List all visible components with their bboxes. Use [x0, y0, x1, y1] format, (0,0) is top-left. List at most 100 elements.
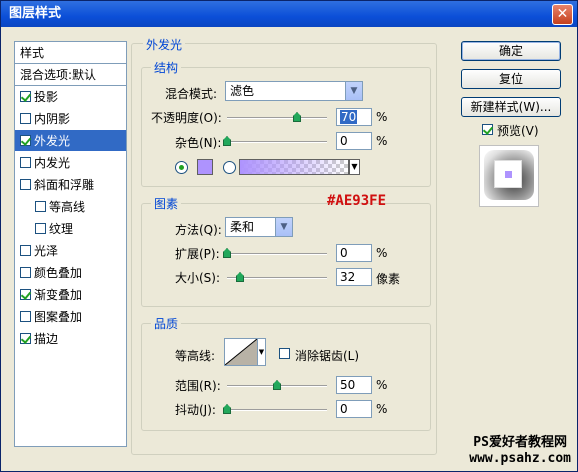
style-checkbox[interactable] [35, 223, 46, 234]
style-list-item[interactable]: 斜面和浮雕 [15, 174, 126, 196]
style-checkbox[interactable] [20, 113, 31, 124]
structure-title: 结构 [151, 59, 182, 76]
chevron-down-icon[interactable]: ▼ [275, 218, 292, 236]
spread-field[interactable]: 0 [336, 244, 372, 262]
style-list-item[interactable]: 样式 [15, 42, 126, 64]
ok-button[interactable]: 确定 [461, 41, 561, 61]
spread-slider[interactable] [227, 253, 327, 255]
chevron-down-icon[interactable]: ▼ [349, 159, 360, 175]
range-label: 范围(R): [175, 379, 221, 393]
glow-color-swatch[interactable] [197, 159, 213, 175]
contour-label: 等高线: [175, 349, 216, 363]
style-list-item[interactable]: 内发光 [15, 152, 126, 174]
outer-glow-title: 外发光 [143, 36, 186, 53]
gradient-radio[interactable] [223, 161, 236, 174]
spread-label: 扩展(P): [175, 247, 220, 261]
style-checkbox[interactable] [20, 179, 31, 190]
dialog-body: 样式 混合选项:默认 投影 内阴影 外发光 内发光 斜面和浮雕 等高线 纹理 光泽 颜色叠加 渐变叠加… [1, 27, 577, 471]
opacity-field[interactable]: 70 [336, 108, 372, 126]
preview-checkbox[interactable] [482, 124, 493, 135]
title-bar: 图层样式 ✕ [1, 1, 577, 27]
style-list-item[interactable]: 纹理 [15, 218, 126, 240]
chevron-down-icon[interactable]: ▼ [257, 338, 266, 366]
style-list-item[interactable]: 外发光 [15, 130, 126, 152]
blend-mode-select[interactable]: 滤色 ▼ [225, 81, 363, 101]
noise-unit: % [376, 134, 388, 148]
new-style-button[interactable]: 新建样式(W)... [461, 97, 561, 117]
method-value: 柔和 [230, 220, 255, 234]
opacity-unit: % [376, 110, 388, 124]
range-unit: % [376, 378, 388, 392]
jitter-field[interactable]: 0 [336, 400, 372, 418]
style-list-label: 纹理 [49, 222, 74, 236]
style-list-label: 图案叠加 [34, 310, 83, 324]
style-checkbox[interactable] [35, 201, 46, 212]
noise-field[interactable]: 0 [336, 132, 372, 150]
style-list-item[interactable]: 混合选项:默认 [15, 64, 126, 86]
noise-label: 杂色(N): [175, 136, 222, 150]
method-label: 方法(Q): [175, 223, 222, 237]
style-list-item[interactable]: 等高线 [15, 196, 126, 218]
style-list-item[interactable]: 光泽 [15, 240, 126, 262]
close-button[interactable]: ✕ [552, 4, 573, 25]
style-list-label: 混合选项:默认 [20, 68, 97, 82]
style-list-label: 渐变叠加 [34, 288, 83, 302]
style-list-item[interactable]: 图案叠加 [15, 306, 126, 328]
spread-unit: % [376, 246, 388, 260]
reset-button[interactable]: 复位 [461, 69, 561, 89]
blend-mode-label: 混合模式: [165, 87, 218, 101]
style-checkbox[interactable] [20, 157, 31, 168]
watermark-line2: www.psahz.com [469, 451, 571, 466]
size-field[interactable]: 32 [336, 268, 372, 286]
gradient-picker[interactable] [239, 159, 349, 175]
style-list-item[interactable]: 渐变叠加 [15, 284, 126, 306]
style-list-label: 等高线 [49, 200, 86, 214]
anti-alias-checkbox[interactable] [279, 348, 290, 359]
style-checkbox[interactable] [20, 311, 31, 322]
noise-slider[interactable] [227, 141, 327, 143]
contour-preview-icon [224, 338, 258, 366]
jitter-slider[interactable] [227, 409, 327, 411]
style-list-item[interactable]: 投影 [15, 86, 126, 108]
style-list-label: 内发光 [34, 156, 71, 170]
style-list-item[interactable]: 描边 [15, 328, 126, 350]
solid-color-radio[interactable] [175, 161, 188, 174]
style-checkbox[interactable] [20, 245, 31, 256]
opacity-value: 70 [340, 110, 358, 124]
style-list-item[interactable]: 颜色叠加 [15, 262, 126, 284]
contour-picker[interactable] [224, 338, 258, 366]
style-list-label: 描边 [34, 332, 59, 346]
size-unit: 像素 [376, 272, 401, 286]
style-list-label: 投影 [34, 90, 59, 104]
style-checkbox[interactable] [20, 135, 31, 146]
outer-glow-panel: 外发光 结构 混合模式: 滤色 ▼ 不透明度(O): 70 % 杂色(N): 0… [131, 35, 447, 455]
anti-alias-label[interactable]: 消除锯齿(L) [295, 347, 359, 364]
style-checkbox[interactable] [20, 289, 31, 300]
style-checkbox[interactable] [20, 267, 31, 278]
layer-style-dialog: 图层样式 ✕ 样式 混合选项:默认 投影 内阴影 外发光 内发光 斜面和浮雕 等高线 纹理 光泽颜… [0, 0, 578, 472]
method-select[interactable]: 柔和 ▼ [225, 217, 293, 237]
watermark-line1: PS爱好者教程网 [473, 435, 567, 450]
style-preview [479, 145, 539, 207]
preview-glow-dot [505, 171, 512, 178]
blend-mode-value: 滤色 [230, 84, 255, 98]
opacity-label: 不透明度(O): [151, 111, 222, 125]
preview-label[interactable]: 预览(V) [497, 122, 539, 139]
preview-square [494, 160, 522, 188]
watermark: PS爱好者教程网 www.psahz.com [469, 435, 571, 467]
style-list-label: 内阴影 [34, 112, 71, 126]
range-field[interactable]: 50 [336, 376, 372, 394]
color-annotation: #AE93FE [327, 193, 387, 209]
jitter-label: 抖动(J): [175, 403, 216, 417]
style-list-label: 斜面和浮雕 [34, 178, 95, 192]
chevron-down-icon[interactable]: ▼ [345, 82, 362, 100]
window-title: 图层样式 [9, 6, 62, 21]
style-list-item[interactable]: 内阴影 [15, 108, 126, 130]
elements-title: 图素 [151, 195, 182, 212]
quality-title: 品质 [151, 315, 182, 332]
style-checkbox[interactable] [20, 333, 31, 344]
jitter-unit: % [376, 402, 388, 416]
size-label: 大小(S): [175, 271, 221, 285]
style-checkbox[interactable] [20, 91, 31, 102]
opacity-slider[interactable] [227, 117, 327, 119]
